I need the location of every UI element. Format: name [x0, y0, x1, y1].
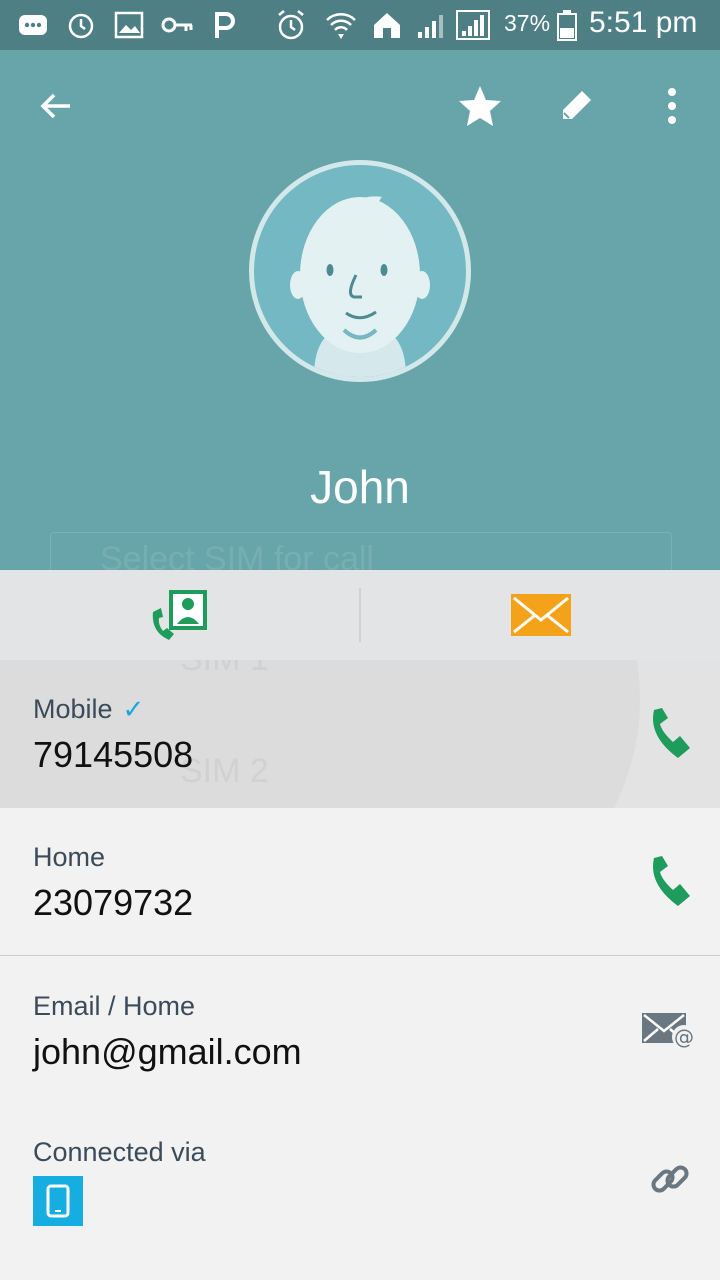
- wifi-icon: [324, 8, 358, 42]
- message-icon: [510, 594, 571, 636]
- back-arrow-icon: [40, 93, 70, 119]
- avatar: [249, 160, 471, 382]
- key-icon: [160, 8, 194, 42]
- email-address: john@gmail.com: [33, 1031, 302, 1072]
- default-avatar-icon: [290, 196, 430, 377]
- row-divider: [0, 955, 720, 956]
- home-icon: [370, 8, 404, 42]
- p-icon: [208, 8, 242, 42]
- connected-via-row: Connected via: [0, 1105, 720, 1253]
- home-label: Home: [33, 842, 106, 872]
- send-email-button[interactable]: @: [640, 1001, 700, 1061]
- svg-text:@: @: [674, 1025, 694, 1049]
- phone-icon: [653, 856, 690, 906]
- clock: 5:51 pm: [589, 6, 698, 39]
- email-label: Email / Home: [33, 991, 196, 1021]
- star-icon: [459, 86, 501, 126]
- link-button[interactable]: [640, 1149, 700, 1209]
- quick-actions-bar: [0, 570, 720, 661]
- signal-icon: [414, 8, 448, 42]
- email-row[interactable]: Email / Home john@gmail.com @: [0, 957, 720, 1105]
- more-options-button[interactable]: [642, 76, 702, 136]
- call-button[interactable]: [0, 570, 359, 660]
- favorite-button[interactable]: [450, 76, 510, 136]
- contact-name: John: [310, 461, 410, 513]
- phone-icon: [653, 708, 690, 758]
- edit-icon: [563, 91, 591, 119]
- back-button[interactable]: [26, 76, 86, 136]
- tablet-icon[interactable]: [33, 1176, 83, 1226]
- message-button[interactable]: [361, 570, 720, 660]
- edit-button[interactable]: [546, 76, 606, 136]
- alarm-icon: [64, 8, 98, 42]
- connected-via-label: Connected via: [33, 1137, 206, 1167]
- link-icon: [651, 1165, 689, 1193]
- message-icon: [16, 8, 50, 42]
- battery-percent: 37%: [504, 10, 551, 36]
- email-icon: @: [642, 1013, 696, 1049]
- contact-header: John Select SIM for call: [0, 50, 720, 654]
- mobile-number: 79145508: [33, 734, 194, 775]
- call-home-button[interactable]: [640, 852, 700, 912]
- home-number: 23079732: [33, 882, 194, 923]
- mobile-number-row[interactable]: Mobile ✓ 79145508: [0, 660, 720, 808]
- status-bar: 37% 5:51 pm: [0, 0, 720, 50]
- contact-call-icon: [152, 590, 207, 640]
- call-mobile-button[interactable]: [640, 704, 700, 764]
- signal-icon-2: [456, 8, 490, 42]
- battery-icon: [550, 8, 584, 42]
- alarm-clock-icon: [274, 8, 308, 42]
- gallery-icon: [112, 8, 146, 42]
- home-number-row[interactable]: Home 23079732: [0, 808, 720, 956]
- check-icon: ✓: [122, 694, 145, 724]
- more-vertical-icon: [668, 88, 676, 124]
- mobile-label: Mobile ✓: [33, 694, 145, 724]
